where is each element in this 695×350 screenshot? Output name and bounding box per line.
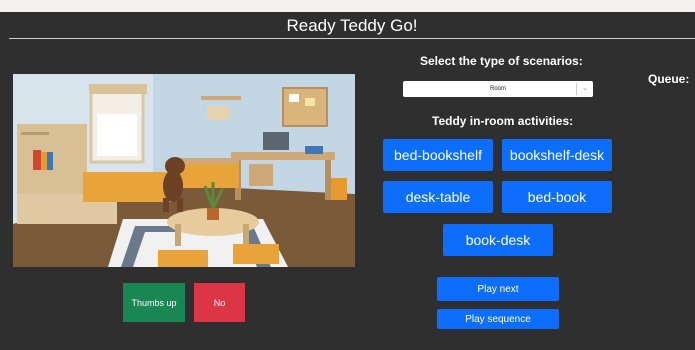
activity-button-book-desk[interactable]: book-desk bbox=[443, 224, 553, 256]
queue-label: Queue: bbox=[648, 72, 690, 86]
play-sequence-button[interactable]: Play sequence bbox=[437, 309, 559, 329]
activity-button-bed-book[interactable]: bed-book bbox=[502, 181, 612, 213]
page-title: Ready Teddy Go! bbox=[286, 16, 418, 35]
no-button[interactable]: No bbox=[194, 283, 245, 322]
select-separator bbox=[576, 83, 577, 95]
activity-button-bed-bookshelf[interactable]: bed-bookshelf bbox=[383, 139, 493, 171]
window-top-strip bbox=[0, 0, 695, 12]
play-next-button[interactable]: Play next bbox=[437, 277, 559, 301]
scenario-select[interactable]: Room ⌄ bbox=[403, 81, 593, 97]
scenario-label: Select the type of scenarios: bbox=[420, 54, 583, 68]
activity-button-desk-table[interactable]: desk-table bbox=[383, 181, 493, 213]
activity-button-bookshelf-desk[interactable]: bookshelf-desk bbox=[502, 139, 612, 171]
title-bar: Ready Teddy Go! bbox=[9, 14, 695, 39]
room-scene-image bbox=[13, 74, 355, 267]
thumbs-up-button[interactable]: Thumbs up bbox=[123, 283, 185, 322]
chevron-down-icon: ⌄ bbox=[582, 85, 588, 92]
activities-label: Teddy in-room activities: bbox=[432, 114, 574, 128]
scenario-selected-value: Room bbox=[489, 86, 506, 92]
